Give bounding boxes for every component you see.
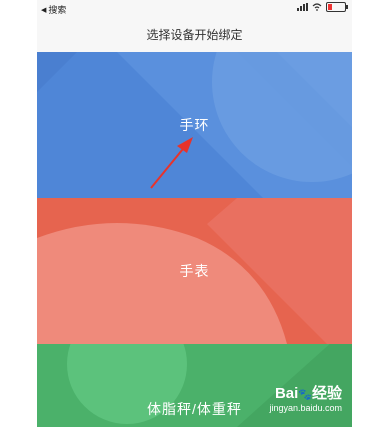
back-to-search-link[interactable]: ◀ 搜索 <box>41 3 66 16</box>
back-triangle-icon: ◀ <box>41 6 47 14</box>
paw-icon: 🐾 <box>298 389 312 401</box>
device-card-scale[interactable]: 体脂秤/体重秤 Bai🐾经验 jingyan.baidu.com <box>37 344 352 427</box>
band-label: 手环 <box>179 117 210 133</box>
watermark-logo: Bai <box>274 385 299 402</box>
watermark-url: jingyan.baidu.com <box>269 403 342 413</box>
baidu-jingyan-watermark: Bai🐾经验 jingyan.baidu.com <box>269 382 342 413</box>
signal-icon <box>297 3 308 11</box>
status-bar: ◀ 搜索 <box>37 0 352 18</box>
wifi-icon <box>312 3 322 11</box>
watch-label: 手表 <box>179 263 210 279</box>
back-to-search-label: 搜索 <box>48 5 67 15</box>
device-card-band[interactable]: 手环 <box>37 52 352 198</box>
status-indicators <box>297 2 348 12</box>
nav-bar: 选择设备开始绑定 <box>37 18 352 52</box>
page-title: 选择设备开始绑定 <box>146 28 243 42</box>
device-card-watch[interactable]: 手表 <box>37 198 352 344</box>
battery-icon <box>326 2 348 12</box>
phone-screen: ◀ 搜索 选择设备开始绑定 手环 手表 体脂秤/体重秤 Bai🐾经验 jingy… <box>37 0 352 427</box>
watermark-suffix: 经验 <box>311 385 342 402</box>
